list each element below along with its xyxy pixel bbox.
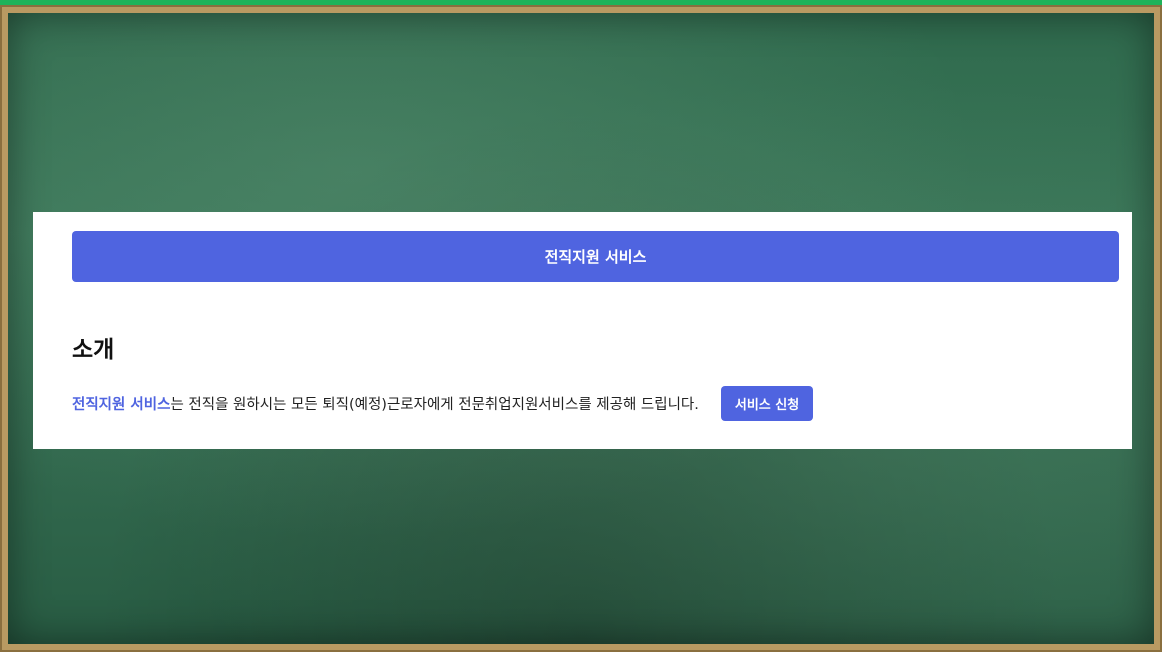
- apply-service-button[interactable]: 서비스 신청: [720, 385, 814, 421]
- service-title-bar: 전직지원 서비스: [72, 231, 1119, 282]
- intro-text: 는 전직을 원하시는 모든 퇴직(예정)근로자에게 전문취업지원서비스를 제공해…: [170, 396, 699, 413]
- intro-row: 전직지원 서비스 는 전직을 원하시는 모든 퇴직(예정)근로자에게 전문취업지…: [72, 385, 814, 421]
- section-heading: 소개: [72, 337, 115, 363]
- service-title: 전직지원 서비스: [544, 248, 647, 266]
- intro-highlight: 전직지원 서비스: [72, 396, 171, 413]
- service-card: 전직지원 서비스 소개 전직지원 서비스 는 전직을 원하시는 모든 퇴직(예정…: [33, 212, 1132, 449]
